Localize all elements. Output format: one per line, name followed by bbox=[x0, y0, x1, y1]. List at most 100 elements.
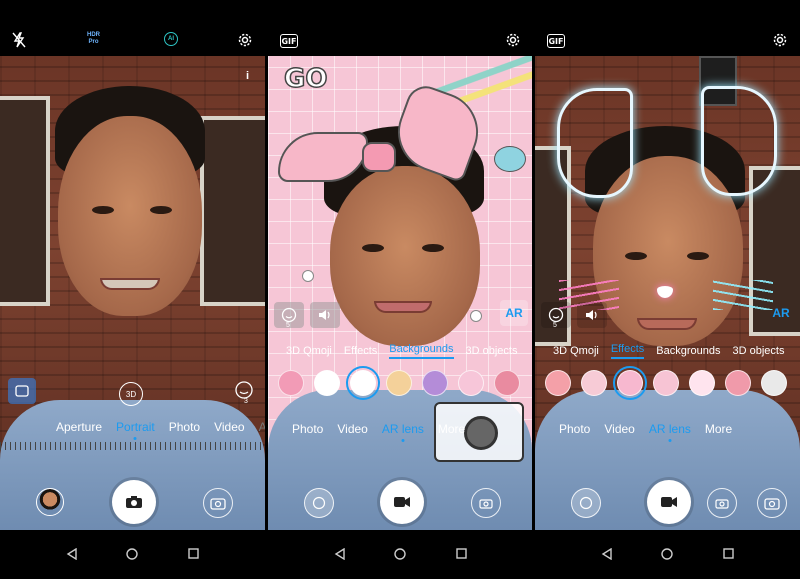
record-button[interactable] bbox=[647, 480, 691, 524]
speaker-icon bbox=[586, 310, 597, 320]
top-bar: HDR Pro AI bbox=[0, 0, 265, 56]
ar-gallery-button[interactable] bbox=[304, 488, 334, 518]
subject-face bbox=[330, 166, 480, 346]
go-sticker: GO bbox=[283, 63, 328, 95]
tab-3d-qmoji[interactable]: 3D Qmoji bbox=[553, 345, 599, 357]
mode-photo[interactable]: Photo bbox=[292, 422, 323, 436]
back-icon[interactable] bbox=[334, 548, 346, 560]
bunny-ears-sticker bbox=[278, 80, 518, 184]
flash-off-icon[interactable] bbox=[12, 32, 26, 48]
switch-camera-button[interactable] bbox=[757, 488, 787, 518]
mode-selector: Aperture Portrait Photo Video A bbox=[0, 420, 265, 434]
gallery-thumbnail[interactable] bbox=[36, 488, 64, 516]
beauty-mode-icon[interactable] bbox=[8, 378, 36, 404]
sticker-thumb[interactable] bbox=[653, 370, 679, 396]
system-navbar bbox=[535, 530, 800, 579]
left-eye bbox=[625, 252, 647, 260]
sticker-thumb[interactable] bbox=[278, 370, 304, 396]
mode-ar-lens[interactable]: AR lens bbox=[649, 422, 691, 436]
mode-photo[interactable]: Photo bbox=[169, 420, 200, 434]
sticker-thumb[interactable] bbox=[581, 370, 607, 396]
photo-capture-button[interactable] bbox=[471, 488, 501, 518]
home-icon[interactable] bbox=[394, 548, 406, 560]
recents-icon[interactable] bbox=[456, 548, 467, 559]
mode-portrait[interactable]: Portrait bbox=[116, 420, 155, 434]
ai-icon[interactable]: AI bbox=[164, 32, 178, 46]
sticker-thumb[interactable] bbox=[314, 370, 340, 396]
tab-backgrounds[interactable]: Backgrounds bbox=[656, 345, 720, 357]
recents-icon[interactable] bbox=[723, 548, 734, 559]
mode-more[interactable]: More bbox=[705, 422, 732, 436]
tab-backgrounds[interactable]: Backgrounds bbox=[389, 343, 454, 359]
mode-more[interactable]: A bbox=[259, 420, 265, 434]
ar-gallery-button[interactable] bbox=[571, 488, 601, 518]
sticker-thumb-selected[interactable] bbox=[613, 366, 647, 400]
mode-video[interactable]: Video bbox=[604, 422, 634, 436]
ai-label: AI bbox=[168, 36, 174, 42]
home-icon[interactable] bbox=[126, 548, 138, 560]
shutter-button[interactable] bbox=[112, 480, 156, 524]
sticker-thumb[interactable] bbox=[725, 370, 751, 396]
sticker-thumb[interactable] bbox=[545, 370, 571, 396]
sticker-thumb[interactable] bbox=[422, 370, 448, 396]
sticker-handle[interactable] bbox=[470, 310, 482, 322]
back-icon[interactable] bbox=[601, 548, 613, 560]
neon-whiskers bbox=[713, 280, 773, 310]
aperture-3d-icon[interactable]: 3D bbox=[119, 382, 143, 406]
gear-icon[interactable] bbox=[237, 32, 253, 48]
face-icon bbox=[312, 496, 326, 510]
tab-3d-objects[interactable]: 3D objects bbox=[466, 345, 518, 357]
sound-button[interactable] bbox=[310, 302, 340, 328]
left-eye bbox=[362, 244, 384, 252]
info-icon[interactable]: i bbox=[246, 70, 249, 82]
camera-icon bbox=[479, 499, 493, 509]
gif-icon[interactable]: GIF bbox=[547, 34, 565, 48]
sticker-handle[interactable] bbox=[302, 270, 314, 282]
gear-icon[interactable] bbox=[772, 32, 788, 48]
mode-ar-lens[interactable]: AR lens bbox=[382, 422, 424, 436]
switch-camera-icon bbox=[210, 498, 226, 510]
photo-capture-button[interactable] bbox=[707, 488, 737, 518]
gif-icon[interactable]: GIF bbox=[280, 34, 298, 48]
tab-effects[interactable]: Effects bbox=[610, 343, 645, 359]
video-camera-icon bbox=[661, 497, 677, 507]
back-icon[interactable] bbox=[66, 548, 78, 560]
recents-icon[interactable] bbox=[188, 548, 199, 559]
ar-category-tabs: 3D Qmoji Effects Backgrounds 3D objects bbox=[535, 343, 800, 359]
camera-portrait-screen: HDR Pro AI i 3D 3 Aperture Portrait Phot… bbox=[0, 0, 265, 579]
tab-3d-objects[interactable]: 3D objects bbox=[733, 345, 785, 357]
sticker-thumb[interactable] bbox=[458, 370, 484, 396]
mode-more[interactable]: More bbox=[438, 422, 465, 436]
right-eye bbox=[687, 252, 709, 260]
sticker-thumb[interactable] bbox=[761, 370, 787, 396]
effect-sticker-row bbox=[535, 366, 800, 400]
smile bbox=[100, 278, 160, 290]
hdr-pro-button[interactable]: HDR Pro bbox=[87, 32, 100, 46]
mode-video[interactable]: Video bbox=[214, 420, 244, 434]
smile bbox=[374, 301, 432, 313]
background-sticker-row bbox=[268, 366, 532, 400]
sticker-thumb[interactable] bbox=[494, 370, 520, 396]
speaker-icon bbox=[319, 310, 330, 320]
camera-ar-backgrounds-screen: GIF GO 5 AR 3D Qmoji Effects Backgrounds… bbox=[268, 0, 532, 579]
sound-button[interactable] bbox=[577, 302, 607, 328]
face-icon bbox=[579, 496, 593, 510]
record-button[interactable] bbox=[380, 480, 424, 524]
home-icon[interactable] bbox=[661, 548, 673, 560]
mode-video[interactable]: Video bbox=[337, 422, 367, 436]
tab-effects[interactable]: Effects bbox=[344, 345, 377, 357]
ar-badge[interactable]: AR bbox=[767, 300, 795, 326]
viewfinder[interactable]: 5 AR bbox=[535, 56, 800, 530]
sticker-thumb-selected[interactable] bbox=[346, 366, 380, 400]
sticker-thumb[interactable] bbox=[689, 370, 715, 396]
mode-aperture[interactable]: Aperture bbox=[56, 420, 102, 434]
sticker-thumb[interactable] bbox=[386, 370, 412, 396]
viewfinder[interactable]: i 3D 3 bbox=[0, 56, 265, 530]
gear-icon[interactable] bbox=[505, 32, 521, 48]
tab-3d-qmoji[interactable]: 3D Qmoji bbox=[286, 345, 332, 357]
ar-badge[interactable]: AR bbox=[500, 300, 528, 326]
video-camera-icon bbox=[394, 497, 410, 507]
gif-label: GIF bbox=[281, 36, 297, 46]
switch-camera-button[interactable] bbox=[203, 488, 233, 518]
mode-photo[interactable]: Photo bbox=[559, 422, 590, 436]
